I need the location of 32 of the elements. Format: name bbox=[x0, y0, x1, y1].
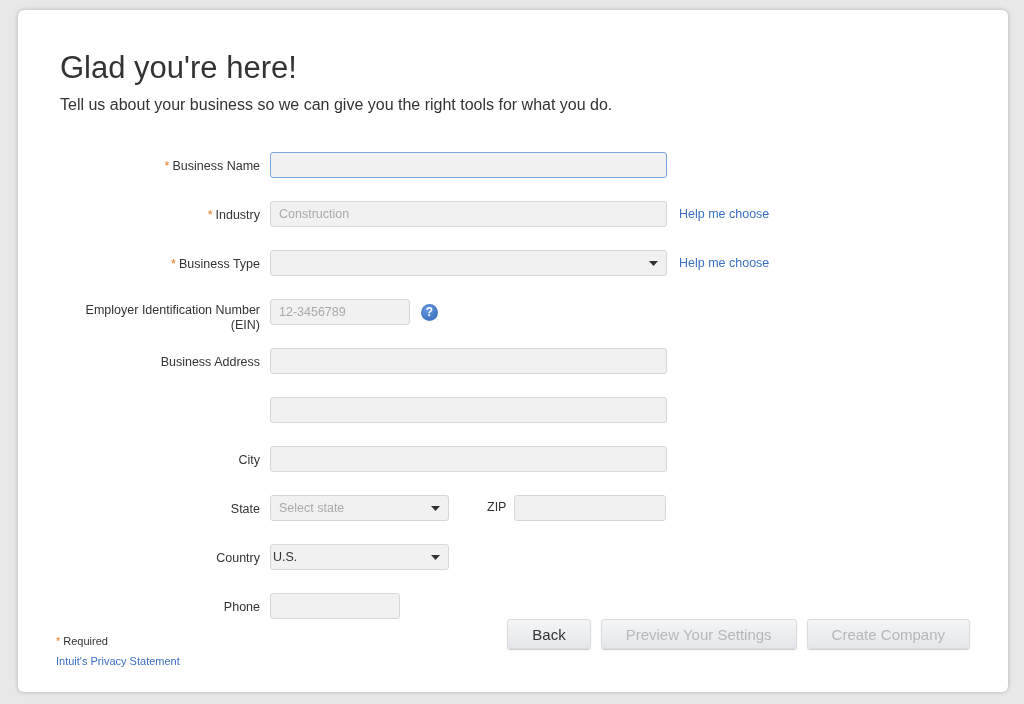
caret-icon bbox=[649, 260, 658, 266]
input-field[interactable] bbox=[270, 152, 667, 178]
dropdown-field[interactable]: Select state bbox=[270, 495, 449, 521]
field-label: Country bbox=[216, 551, 260, 566]
input-field[interactable] bbox=[270, 348, 667, 374]
input-field[interactable] bbox=[514, 495, 667, 521]
privacy-link[interactable]: Intuit's Privacy Statement bbox=[56, 655, 180, 667]
field-label: City bbox=[238, 453, 260, 468]
input-field[interactable]: 12-3456789 bbox=[270, 299, 410, 325]
field-label: ZIP bbox=[487, 500, 507, 515]
field-label: State bbox=[230, 502, 260, 517]
input-field[interactable] bbox=[270, 446, 667, 472]
page-subtitle: Tell us about your business so we can give you the right tools for what you do. bbox=[60, 96, 614, 114]
field-label: Employer Identification Number (EIN) bbox=[84, 303, 260, 333]
input-field[interactable] bbox=[270, 593, 400, 619]
input-field[interactable] bbox=[270, 397, 667, 423]
caret-icon bbox=[431, 505, 440, 511]
input-field[interactable]: Construction bbox=[270, 201, 667, 227]
field-label: Phone bbox=[223, 600, 260, 615]
help-me-choose-link[interactable]: Help me choose bbox=[679, 256, 770, 270]
help-icon[interactable]: ? bbox=[421, 304, 438, 321]
dropdown-field[interactable]: U.S. bbox=[270, 544, 449, 570]
dropdown-field[interactable] bbox=[270, 250, 667, 276]
help-me-choose-link[interactable]: Help me choose bbox=[679, 207, 770, 221]
field-label: * Business Type bbox=[171, 257, 260, 272]
required-note: * Required bbox=[56, 635, 109, 647]
caret-icon bbox=[431, 554, 440, 560]
field-label: Business Address bbox=[160, 355, 260, 370]
page-title: Glad you're here! bbox=[60, 50, 298, 86]
action-button[interactable]: Back bbox=[507, 619, 591, 649]
field-label: * Industry bbox=[207, 208, 260, 223]
field-label: * Business Name bbox=[164, 159, 260, 174]
